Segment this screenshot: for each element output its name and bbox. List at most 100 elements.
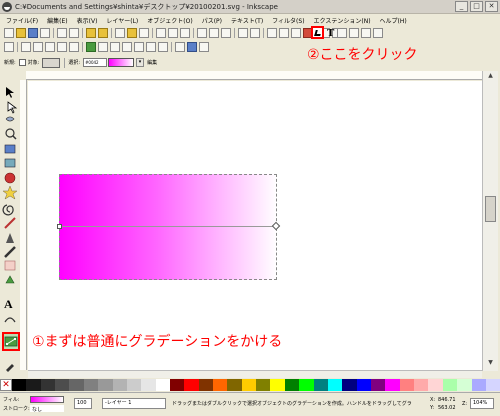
menu-view[interactable]: 表示(V) <box>77 16 98 25</box>
menu-layer[interactable]: レイヤー(L) <box>106 16 138 25</box>
palette-swatch[interactable] <box>299 379 314 391</box>
cut-icon[interactable] <box>127 27 137 38</box>
vertical-scroll-thumb[interactable] <box>485 196 496 222</box>
snap-toggle-icon[interactable] <box>4 41 14 52</box>
text-tool-icon[interactable]: T <box>327 27 334 39</box>
menu-filters[interactable]: フィルタ(S) <box>272 16 304 25</box>
palette-swatch[interactable] <box>370 379 386 391</box>
fill-stroke-icon[interactable] <box>267 27 277 38</box>
palette-swatch[interactable] <box>98 379 113 391</box>
ungroup-icon[interactable] <box>250 27 260 38</box>
palette-swatch[interactable] <box>485 379 500 391</box>
vertical-ruler[interactable] <box>20 80 27 370</box>
palette-swatch[interactable] <box>442 379 458 391</box>
snap-bbox-icon[interactable] <box>21 41 31 52</box>
layer-select[interactable]: -レイヤー 1 <box>102 398 166 409</box>
menu-edit[interactable]: 編集(E) <box>47 16 67 25</box>
edit-gradient-label[interactable]: 編集 <box>147 59 157 66</box>
stroke-indicator[interactable]: なし <box>30 405 64 413</box>
export-icon[interactable] <box>69 27 79 38</box>
target-fill-toggle[interactable] <box>42 57 61 68</box>
snap-grid-icon[interactable] <box>187 41 197 52</box>
menu-text[interactable]: テキスト(T) <box>231 16 263 25</box>
horizontal-scrollbar[interactable] <box>28 370 482 378</box>
snap-page-border-icon[interactable] <box>175 41 185 52</box>
palette-swatch[interactable] <box>83 379 99 391</box>
scroll-down-icon[interactable]: ▼ <box>486 359 495 367</box>
palette-swatch[interactable] <box>198 379 214 391</box>
maximize-button[interactable]: □ <box>470 1 483 12</box>
unlink-clone-icon[interactable] <box>221 27 231 38</box>
palette-swatch[interactable] <box>256 379 271 391</box>
zoom-selection-icon[interactable] <box>156 27 166 38</box>
zoom-field[interactable]: 104% <box>470 398 494 409</box>
opacity-field[interactable]: 100 <box>74 398 92 409</box>
menu-file[interactable]: ファイル(F) <box>6 16 38 25</box>
open-folder-icon[interactable] <box>16 27 26 38</box>
snap-object-center-icon[interactable] <box>146 41 156 52</box>
palette-swatch[interactable] <box>327 379 343 391</box>
duplicate-icon[interactable] <box>197 27 207 38</box>
copy-icon[interactable] <box>115 27 125 38</box>
snap-bbox-midpoint-icon[interactable] <box>57 41 67 52</box>
palette-swatch[interactable] <box>69 379 84 391</box>
palette-swatch[interactable] <box>313 379 328 391</box>
menu-path[interactable]: パス(P) <box>202 16 222 25</box>
snap-guide-icon[interactable] <box>199 41 209 52</box>
scroll-up-icon[interactable]: ▲ <box>486 72 495 80</box>
palette-swatch[interactable] <box>414 379 429 391</box>
undo-icon[interactable] <box>86 27 96 38</box>
palette-swatch[interactable] <box>26 379 41 391</box>
gradient-vector-line[interactable] <box>59 226 277 227</box>
palette-swatch[interactable] <box>227 379 242 391</box>
new-document-icon[interactable] <box>4 27 14 38</box>
drawing-canvas[interactable] <box>28 81 482 370</box>
close-button[interactable]: ✕ <box>485 1 498 12</box>
gradient-tool-button[interactable] <box>2 332 20 351</box>
redo-icon[interactable] <box>98 27 108 38</box>
snap-nodes-icon[interactable] <box>86 41 96 52</box>
palette-swatch[interactable] <box>270 379 285 391</box>
zoom-drawing-icon[interactable] <box>168 27 178 38</box>
document-icon[interactable] <box>373 27 384 38</box>
palette-swatch[interactable] <box>155 379 170 391</box>
snap-midpoint-icon[interactable] <box>134 41 144 52</box>
palette-swatch[interactable] <box>141 379 156 391</box>
snap-bbox-edge-icon[interactable] <box>33 41 43 52</box>
gradient-select[interactable]: #0042 <box>83 58 108 67</box>
palette-swatch[interactable] <box>471 379 486 391</box>
align-icon[interactable] <box>279 27 289 38</box>
gradient-start-handle[interactable] <box>57 224 62 229</box>
new-on-fill-checkbox[interactable] <box>18 59 26 66</box>
snap-path-icon[interactable] <box>98 41 108 52</box>
clone-icon[interactable] <box>209 27 219 38</box>
zoom-page-icon[interactable] <box>180 27 190 38</box>
paste-icon[interactable] <box>139 27 149 38</box>
palette-swatch[interactable] <box>40 379 56 391</box>
palette-swatch[interactable] <box>169 379 185 391</box>
snap-intersection-icon[interactable] <box>110 41 120 52</box>
gradient-dropdown-button[interactable]: ▾ <box>136 58 145 67</box>
palette-swatch[interactable] <box>12 379 27 391</box>
layers-icon[interactable] <box>337 27 348 38</box>
import-icon[interactable] <box>57 27 67 38</box>
snap-smooth-node-icon[interactable] <box>122 41 132 52</box>
palette-swatch[interactable] <box>213 379 228 391</box>
no-paint-swatch[interactable]: ✕ <box>0 379 12 391</box>
palette-swatch[interactable] <box>184 379 199 391</box>
menu-extensions[interactable]: エクステンション(N) <box>314 16 371 25</box>
fill-indicator[interactable] <box>30 396 64 403</box>
objects-icon[interactable] <box>349 27 360 38</box>
palette-swatch[interactable] <box>457 379 472 391</box>
palette-swatch[interactable] <box>356 379 371 391</box>
palette-swatch[interactable] <box>342 379 357 391</box>
gradient-editor-button[interactable] <box>311 26 324 39</box>
text-font-icon[interactable] <box>291 27 301 38</box>
menu-object[interactable]: オブジェクト(O) <box>147 16 192 25</box>
palette-swatch[interactable] <box>55 379 70 391</box>
palette-swatch[interactable] <box>399 379 415 391</box>
vertical-scrollbar[interactable]: ▲ ▼ <box>482 71 498 371</box>
palette-swatch[interactable] <box>385 379 400 391</box>
snap-rotation-center-icon[interactable] <box>158 41 168 52</box>
palette-swatch[interactable] <box>284 379 300 391</box>
